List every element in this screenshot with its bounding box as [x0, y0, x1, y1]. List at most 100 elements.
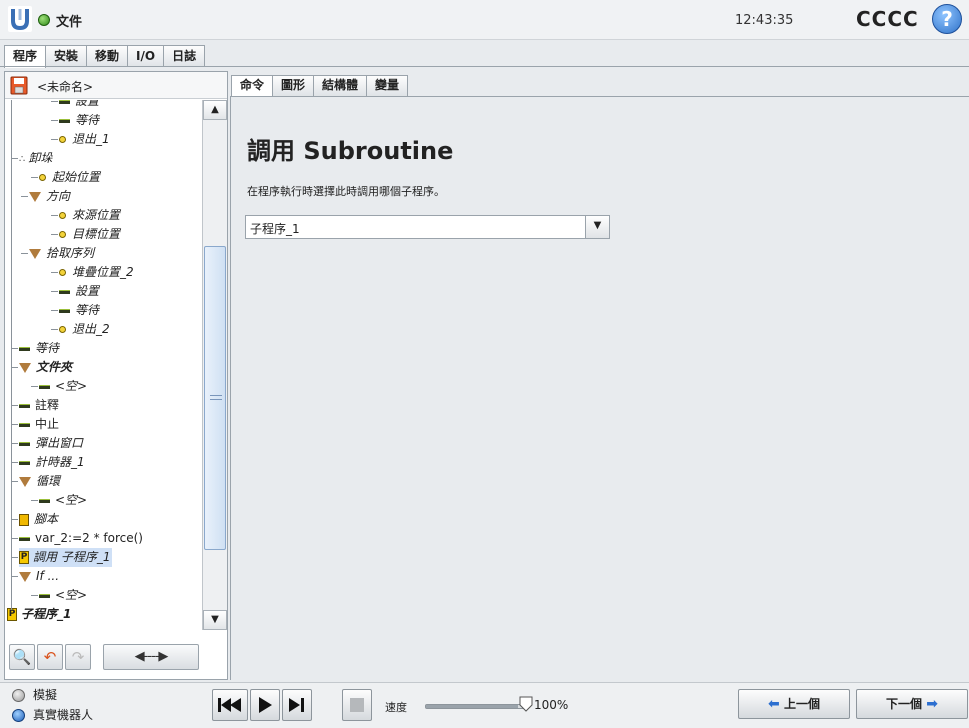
- tree-node-label: <空>: [55, 493, 88, 507]
- tree-node-label: 目標位置: [72, 227, 121, 241]
- tree-node[interactable]: 循環: [19, 472, 60, 491]
- tree-node[interactable]: ∴ 卸垛: [19, 149, 52, 168]
- speed-label: 速度: [385, 701, 407, 714]
- tab-io[interactable]: I/O: [127, 45, 165, 67]
- tree-node[interactable]: <空>: [39, 377, 87, 396]
- tree-node[interactable]: 堆疊位置_2: [59, 263, 134, 282]
- tab-installation[interactable]: 安裝: [45, 45, 88, 67]
- undo-icon[interactable]: ↶: [37, 644, 63, 670]
- tree-connector: [51, 234, 58, 235]
- next-button[interactable]: 下一個 ➡: [856, 689, 968, 719]
- tree-connector: [11, 462, 18, 463]
- tree-node[interactable]: 等待: [59, 111, 99, 130]
- rewind-button[interactable]: [212, 689, 248, 721]
- search-icon[interactable]: 🔍: [9, 644, 35, 670]
- sub-tab-bar: 命令 圖形 結構體 變量: [231, 75, 409, 96]
- speed-slider[interactable]: [425, 704, 525, 709]
- tree-node[interactable]: 方向: [29, 187, 70, 206]
- tree-connector: [51, 215, 58, 216]
- tree-node[interactable]: 中止: [19, 415, 59, 434]
- move-node-button[interactable]: ◀----▶: [103, 644, 199, 670]
- tree-node[interactable]: 退出_1: [59, 130, 110, 149]
- tree-node[interactable]: 等待: [59, 301, 99, 320]
- tree-node-label: 註釋: [35, 398, 60, 412]
- tree-connector: [11, 576, 18, 577]
- tree-node[interactable]: 計時器_1: [19, 453, 85, 472]
- bar-icon: [19, 422, 30, 427]
- tab-log[interactable]: 日誌: [163, 45, 206, 67]
- tree-node[interactable]: var_2:=2 * force(): [19, 529, 143, 548]
- program-file-row[interactable]: <未命名>: [5, 72, 227, 99]
- tree-node-label: var_2:=2 * force(): [35, 531, 143, 545]
- tree-node[interactable]: 腳本: [19, 510, 58, 529]
- folder-triangle-icon: [19, 476, 31, 487]
- tree-node[interactable]: 退出_2: [59, 320, 110, 339]
- previous-button[interactable]: ⬅ 上一個: [738, 689, 850, 719]
- program-file-name: <未命名>: [37, 80, 94, 94]
- main-tab-bar: 程序 安裝 移動 I/O 日誌: [4, 45, 206, 68]
- tree-connector: [11, 557, 18, 558]
- radio-on-icon[interactable]: [12, 709, 25, 722]
- tree-node[interactable]: 設置: [59, 282, 99, 301]
- bar-icon: [19, 403, 30, 408]
- tree-node-label: 等待: [75, 113, 100, 127]
- play-icon: [259, 697, 272, 713]
- tab-move[interactable]: 移動: [86, 45, 129, 67]
- radio-off-icon[interactable]: [12, 689, 25, 702]
- speed-slider-thumb[interactable]: [518, 696, 534, 712]
- scroll-up-button[interactable]: ▲: [203, 100, 227, 120]
- save-file-icon[interactable]: [10, 76, 28, 95]
- tab-variables[interactable]: 變量: [366, 75, 409, 96]
- scroll-thumb[interactable]: [204, 246, 226, 550]
- mode-real-robot[interactable]: 真實機器人: [12, 707, 93, 725]
- tree-node[interactable]: 起始位置: [39, 168, 100, 187]
- page-title: 調用 Subroutine: [247, 137, 454, 165]
- redo-icon[interactable]: ↷: [65, 644, 91, 670]
- tree-node[interactable]: 來源位置: [59, 206, 120, 225]
- robot-status-icon[interactable]: [38, 14, 50, 26]
- tree-connector: [31, 177, 38, 178]
- tree-connector: [11, 424, 18, 425]
- tree-connector: [11, 519, 18, 520]
- tree-node[interactable]: 註釋: [19, 396, 59, 415]
- step-button[interactable]: [282, 689, 312, 721]
- command-panel: 調用 Subroutine 在程序執行時選擇此時調用哪個子程序。 子程序_1 ▼: [230, 96, 969, 680]
- tab-program[interactable]: 程序: [4, 45, 47, 68]
- tab-graphics[interactable]: 圖形: [272, 75, 315, 96]
- tree-node[interactable]: 彈出窗口: [19, 434, 83, 453]
- bar-icon: [59, 308, 70, 313]
- help-icon[interactable]: ?: [932, 4, 962, 34]
- bar-icon: [19, 441, 30, 446]
- subroutine-select[interactable]: 子程序_1 ▼: [245, 215, 610, 239]
- tree-trunk-line: [11, 100, 12, 610]
- tree-node[interactable]: 拾取序列: [29, 244, 94, 263]
- tree-node-label: 退出_1: [72, 132, 110, 146]
- folder-triangle-icon: [29, 191, 41, 202]
- tab-command[interactable]: 命令: [231, 75, 274, 96]
- tree-node[interactable]: 設置: [59, 100, 99, 111]
- tree-node[interactable]: <空>: [39, 491, 87, 510]
- tree-node[interactable]: P 子程序_1: [7, 605, 71, 624]
- mode-simulation[interactable]: 模擬: [12, 687, 57, 705]
- skip-back-icon: [218, 698, 241, 712]
- skip-forward-icon: [289, 698, 304, 712]
- tree-node[interactable]: If ...: [19, 567, 59, 586]
- previous-label: 上一個: [783, 697, 820, 711]
- tree-node[interactable]: <空>: [39, 586, 87, 605]
- play-button[interactable]: [250, 689, 280, 721]
- tree-node[interactable]: 文件夾: [19, 358, 72, 377]
- waypoint-icon: [59, 269, 66, 276]
- stop-button[interactable]: [342, 689, 372, 721]
- tree-connector: [11, 348, 18, 349]
- scroll-down-button[interactable]: ▼: [203, 610, 227, 630]
- tree-connector: [31, 595, 38, 596]
- tree-node[interactable]: 等待: [19, 339, 59, 358]
- tree-node[interactable]: 目標位置: [59, 225, 120, 244]
- tree-node-label: 堆疊位置_2: [72, 265, 134, 279]
- tree-node[interactable]: P 調用 子程序_1: [19, 548, 113, 567]
- tab-structure[interactable]: 結構體: [313, 75, 368, 96]
- chevron-down-icon[interactable]: ▼: [585, 216, 609, 238]
- tree-scrollbar[interactable]: ▲ ▼: [202, 100, 227, 630]
- folder-triangle-icon: [29, 248, 41, 259]
- clock: 12:43:35: [735, 13, 794, 28]
